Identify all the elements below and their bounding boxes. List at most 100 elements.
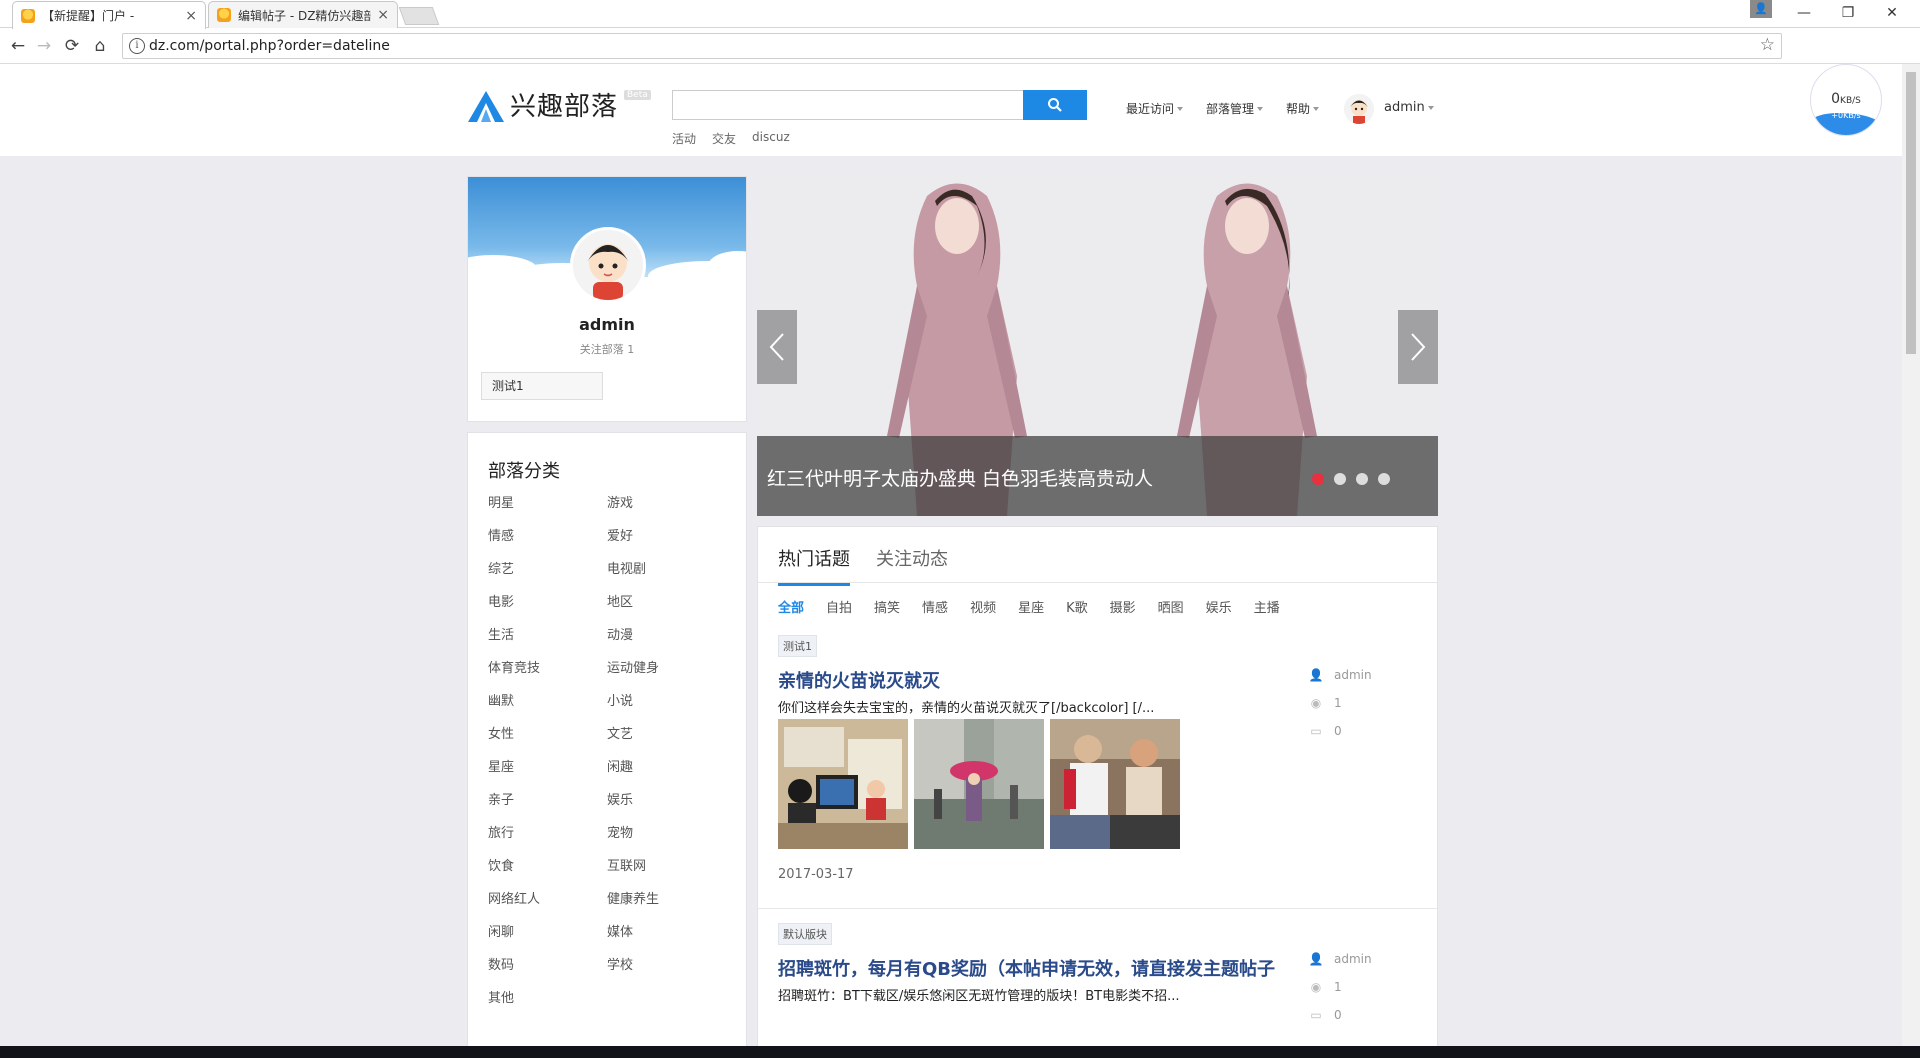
restore-button[interactable]: ❐ (1828, 2, 1868, 24)
feed-filter-1[interactable]: 自拍 (826, 597, 852, 616)
back-arrow-icon[interactable]: ← (6, 34, 30, 58)
followed-tribe-tag[interactable]: 测试1 (481, 372, 603, 400)
forward-arrow-icon[interactable]: → (32, 34, 56, 58)
slider-dot[interactable] (1356, 473, 1368, 485)
new-tab-button[interactable] (398, 7, 440, 25)
reload-icon[interactable]: ⟳ (60, 34, 84, 58)
category-link[interactable]: 电视剧 (607, 561, 726, 594)
address-url[interactable]: dz.com/portal.php?order=dateline (149, 38, 390, 54)
post-forum-badge[interactable]: 测试1 (778, 635, 817, 657)
hotword-link[interactable]: 交友 (712, 130, 736, 147)
category-link[interactable]: 星座 (488, 759, 607, 792)
minimize-button[interactable]: — (1784, 2, 1824, 24)
category-link[interactable]: 综艺 (488, 561, 607, 594)
profile-username[interactable]: admin (468, 315, 746, 334)
hotword-link[interactable]: discuz (752, 130, 790, 147)
nav-tribe-manage[interactable]: 部落管理 (1206, 100, 1264, 117)
category-link[interactable]: 明星 (488, 495, 607, 528)
search-input[interactable] (672, 90, 1024, 120)
category-link[interactable]: 网络红人 (488, 891, 607, 924)
category-link[interactable]: 动漫 (607, 627, 726, 660)
profile-avatar[interactable] (570, 227, 646, 303)
category-link[interactable]: 小说 (607, 693, 726, 726)
hot-search-words: 活动 交友 discuz (672, 130, 790, 147)
post-title[interactable]: 招聘斑竹，每月有QB奖励（本帖申请无效，请直接发主题帖子 (778, 955, 1275, 981)
site-info-icon[interactable]: i (129, 38, 145, 54)
category-link[interactable]: 旅行 (488, 825, 607, 858)
post-author[interactable]: admin (1334, 668, 1372, 682)
feed-filter-5[interactable]: 星座 (1018, 597, 1044, 616)
category-link[interactable]: 地区 (607, 594, 726, 627)
category-link[interactable]: 亲子 (488, 792, 607, 825)
nav-help[interactable]: 帮助 (1286, 100, 1320, 117)
post-thumbnail[interactable] (914, 719, 1044, 849)
category-link[interactable]: 娱乐 (607, 792, 726, 825)
post-title[interactable]: 亲情的火苗说灭就灭 (778, 667, 940, 693)
nav-recent-visits[interactable]: 最近访问 (1126, 100, 1184, 117)
feed-filter-6[interactable]: K歌 (1066, 597, 1088, 616)
category-link[interactable]: 互联网 (607, 858, 726, 891)
category-link[interactable]: 学校 (607, 957, 726, 990)
user-menu[interactable]: admin (1384, 100, 1434, 115)
category-link[interactable]: 电影 (488, 594, 607, 627)
category-link[interactable]: 健康养生 (607, 891, 726, 924)
tab-hot-topics[interactable]: 热门话题 (778, 545, 850, 586)
network-speed-widget[interactable]: 0KB/S +0KB/s (1810, 64, 1882, 136)
close-window-button[interactable]: ✕ (1872, 2, 1912, 24)
slider-next-button[interactable] (1398, 310, 1438, 384)
address-bar[interactable]: i dz.com/portal.php?order=dateline ☆ (122, 33, 1782, 59)
post-thumbnail[interactable] (1050, 719, 1180, 849)
hotword-link[interactable]: 活动 (672, 130, 696, 147)
category-link[interactable]: 爱好 (607, 528, 726, 561)
search-button[interactable] (1023, 90, 1087, 120)
category-link[interactable]: 运动健身 (607, 660, 726, 693)
category-link[interactable]: 女性 (488, 726, 607, 759)
category-link[interactable]: 文艺 (607, 726, 726, 759)
category-link[interactable]: 其他 (488, 990, 607, 1023)
feed-filter-2[interactable]: 搞笑 (874, 597, 900, 616)
feed-filter-0[interactable]: 全部 (778, 597, 804, 616)
post-replies: 0 (1334, 724, 1342, 738)
feed-filter-9[interactable]: 娱乐 (1206, 597, 1232, 616)
avatar[interactable] (1344, 94, 1374, 124)
cartoon-avatar-icon (1344, 94, 1374, 124)
feed-filter-7[interactable]: 摄影 (1110, 597, 1136, 616)
close-tab-icon[interactable]: × (185, 8, 197, 24)
category-link[interactable]: 饮食 (488, 858, 607, 891)
slider-dot[interactable] (1334, 473, 1346, 485)
slide-caption-text[interactable]: 红三代叶明子太庙办盛典 白色羽毛装高贵动人 (767, 464, 1153, 491)
page-scrollbar[interactable] (1902, 64, 1920, 1046)
site-logo[interactable]: 兴趣部落 Beta (466, 86, 651, 123)
image-slider[interactable]: 红三代叶明子太庙办盛典 白色羽毛装高贵动人 (757, 176, 1438, 516)
category-link[interactable]: 闲聊 (488, 924, 607, 957)
category-link[interactable]: 数码 (488, 957, 607, 990)
feed-filter-8[interactable]: 晒图 (1158, 597, 1184, 616)
feed-filter-10[interactable]: 主播 (1254, 597, 1280, 616)
post-thumbnail[interactable] (778, 719, 908, 849)
close-tab-icon[interactable]: × (377, 7, 389, 23)
beta-badge: Beta (624, 90, 651, 100)
category-link[interactable]: 幽默 (488, 693, 607, 726)
home-icon[interactable]: ⌂ (88, 34, 112, 58)
scrollbar-thumb[interactable] (1906, 72, 1916, 354)
user-icon: 👤 (1308, 668, 1324, 682)
feed-filter-4[interactable]: 视频 (970, 597, 996, 616)
bookmark-star-icon[interactable]: ☆ (1760, 35, 1775, 55)
category-link[interactable]: 闲趣 (607, 759, 726, 792)
profile-icon[interactable]: 👤 (1750, 0, 1772, 18)
browser-tab-edit-post[interactable]: 编辑帖子 - DZ精仿兴趣部 × (208, 1, 398, 28)
slider-dot[interactable] (1378, 473, 1390, 485)
category-link[interactable]: 媒体 (607, 924, 726, 957)
post-author[interactable]: admin (1334, 952, 1372, 966)
browser-tab-portal[interactable]: 【新提醒】门户 - × (12, 1, 206, 29)
category-link[interactable]: 生活 (488, 627, 607, 660)
category-link[interactable]: 情感 (488, 528, 607, 561)
category-link[interactable]: 宠物 (607, 825, 726, 858)
slider-prev-button[interactable] (757, 310, 797, 384)
category-link[interactable]: 游戏 (607, 495, 726, 528)
post-forum-badge[interactable]: 默认版块 (778, 923, 832, 945)
category-link[interactable]: 体育竞技 (488, 660, 607, 693)
feed-filter-3[interactable]: 情感 (922, 597, 948, 616)
tab-following[interactable]: 关注动态 (876, 545, 948, 571)
slider-dot[interactable] (1312, 473, 1324, 485)
